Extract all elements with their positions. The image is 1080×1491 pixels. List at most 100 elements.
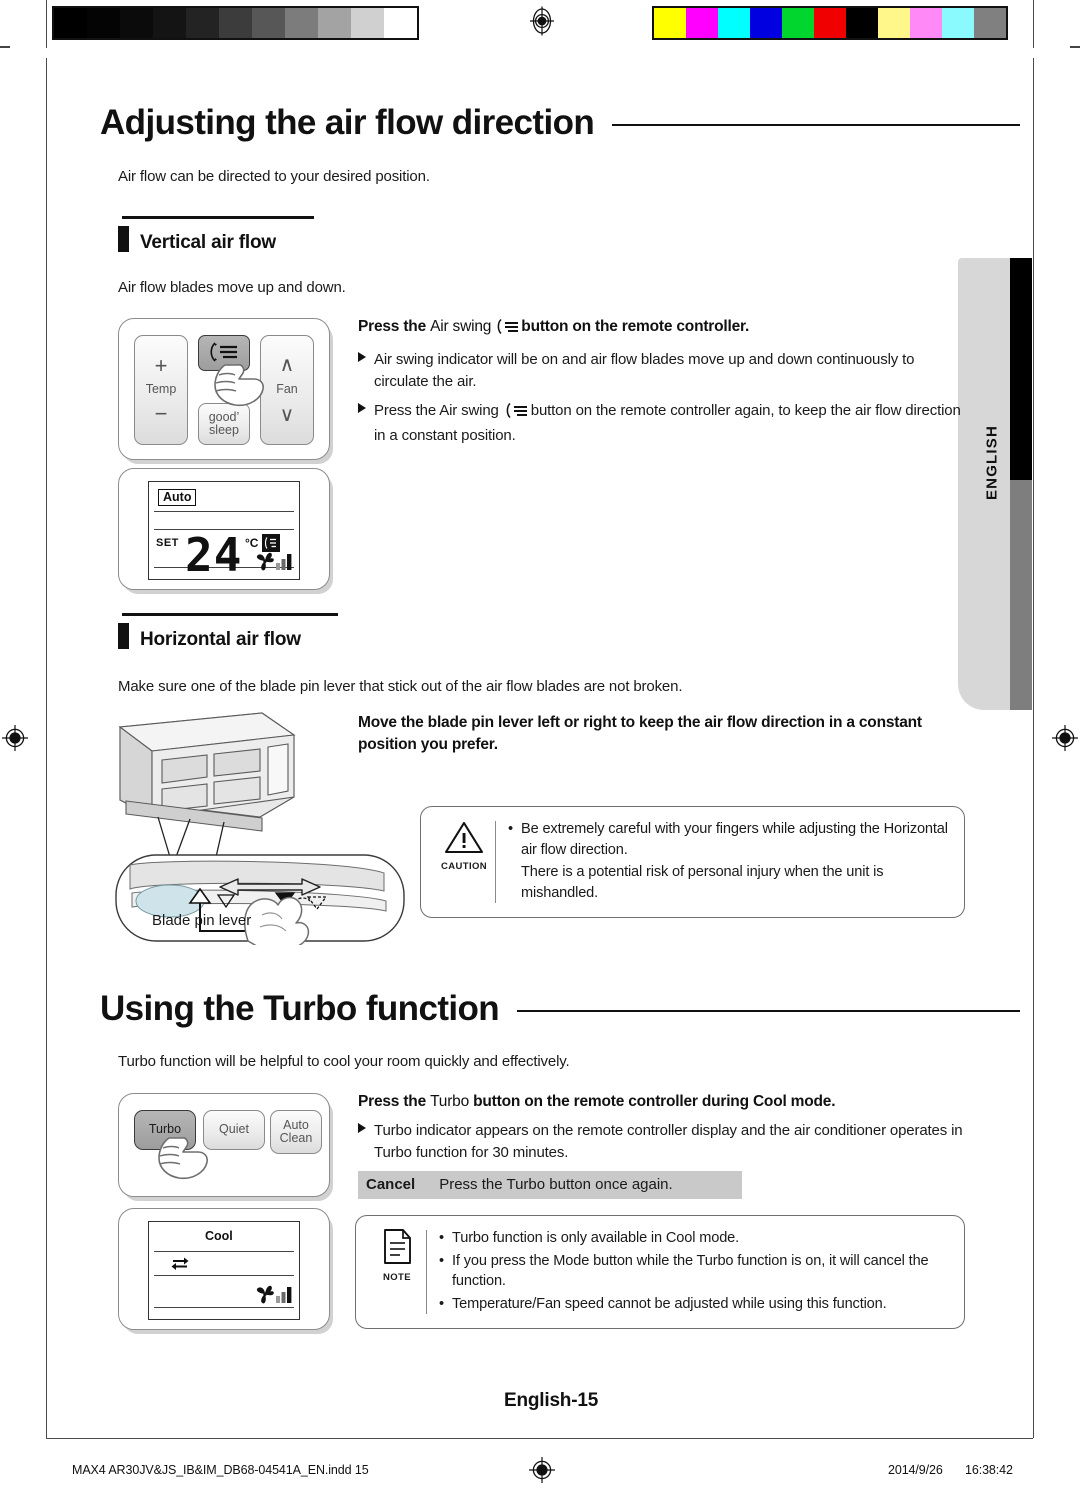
note-item-text: If you press the Mode button while the T… bbox=[452, 1252, 929, 1290]
crop-guide bbox=[46, 0, 47, 48]
lcd-mode-label: Cool bbox=[205, 1229, 233, 1243]
quiet-key-label: Quiet bbox=[219, 1122, 249, 1137]
cancel-text: Press the Turbo button once again. bbox=[439, 1175, 673, 1193]
air-swing-key[interactable] bbox=[198, 335, 250, 371]
caution-item: There is a potential risk of personal in… bbox=[508, 862, 950, 903]
calibration-swatch bbox=[814, 8, 846, 38]
note-item-text: Turbo function is only available in Cool… bbox=[452, 1230, 740, 1246]
title-rule bbox=[612, 124, 1020, 126]
turbo-intro: Turbo function will be helpful to cool y… bbox=[118, 1053, 570, 1070]
note-item: • Turbo function is only available in Co… bbox=[439, 1228, 950, 1249]
quiet-key[interactable]: Quiet bbox=[203, 1110, 265, 1150]
auto-clean-key[interactable]: Auto Clean bbox=[270, 1110, 322, 1154]
note-box: NOTE • Turbo function is only available … bbox=[355, 1215, 965, 1329]
instruction-heading: Press the Turbo button on the remote con… bbox=[358, 1093, 968, 1111]
remote-airswing-illustration: + Temp − good’ sleep ∧ Fan ∨ bbox=[118, 318, 330, 460]
manual-page: ENGLISH Adjusting the air flow direction… bbox=[0, 0, 1080, 1491]
registration-target-icon-right bbox=[1050, 723, 1080, 753]
instruction-key-name: Turbo bbox=[430, 1093, 470, 1110]
fan-key[interactable]: ∧ Fan ∨ bbox=[260, 335, 314, 445]
calibration-swatch bbox=[318, 8, 351, 38]
side-tab-gray-bar bbox=[1010, 480, 1032, 710]
caution-item: • Be extremely careful with your fingers… bbox=[508, 819, 950, 860]
crop-guide bbox=[1033, 58, 1034, 1438]
note-item: • Temperature/Fan speed cannot be adjust… bbox=[439, 1294, 950, 1315]
fan-up-label: ∧ bbox=[279, 354, 295, 377]
bullet-text: Turbo indicator appears on the remote co… bbox=[374, 1122, 963, 1161]
fan-down-label: ∨ bbox=[279, 403, 295, 426]
calibration-swatch bbox=[219, 8, 252, 38]
registration-target-icon-left bbox=[0, 723, 30, 753]
note-body: • Turbo function is only available in Co… bbox=[439, 1228, 950, 1314]
lcd-temperature: 24 bbox=[185, 528, 243, 582]
crop-guide bbox=[1033, 0, 1034, 48]
auto-clean-label-bottom: Clean bbox=[279, 1131, 313, 1145]
triangle-bullet-icon bbox=[358, 1120, 374, 1164]
indoor-unit-diagram bbox=[112, 705, 412, 950]
good-sleep-label-bottom: sleep bbox=[209, 423, 239, 437]
calibration-swatch bbox=[252, 8, 285, 38]
calibration-swatch bbox=[654, 8, 686, 38]
instruction-bullet: Turbo indicator appears on the remote co… bbox=[358, 1120, 968, 1164]
subsection-bar bbox=[118, 623, 129, 649]
temp-key[interactable]: + Temp − bbox=[134, 335, 188, 445]
instruction-lead: Press the bbox=[358, 1093, 426, 1110]
footer-time: 16:38:42 bbox=[965, 1463, 1013, 1477]
calibration-swatch bbox=[54, 8, 87, 38]
instruction-key-name: Air swing bbox=[430, 318, 492, 335]
page-number: English-15 bbox=[504, 1390, 599, 1411]
triangle-bullet-icon bbox=[358, 400, 374, 448]
subsection-heading: Vertical air flow bbox=[140, 232, 276, 253]
calibration-swatch bbox=[87, 8, 120, 38]
vertical-intro: Air flow blades move up and down. bbox=[118, 279, 346, 296]
color-swatch-row bbox=[652, 6, 1008, 40]
turbo-key[interactable]: Turbo bbox=[134, 1110, 196, 1150]
calibration-swatch bbox=[153, 8, 186, 38]
lcd-set-label: SET bbox=[156, 537, 179, 549]
subsection-vertical-airflow: Vertical air flow bbox=[118, 216, 314, 252]
remote-turbo-illustration: Turbo Quiet Auto Clean bbox=[118, 1093, 330, 1197]
page-title: Adjusting the air flow direction bbox=[100, 103, 595, 142]
bullet-dot-icon: • bbox=[508, 821, 513, 837]
bullet-lead: Press the bbox=[374, 401, 437, 419]
bullet-dot-icon: • bbox=[439, 1230, 444, 1246]
fan-label: Fan bbox=[276, 382, 298, 397]
note-divider bbox=[426, 1230, 427, 1314]
calibration-swatch bbox=[782, 8, 814, 38]
bullet-key-name: Air swing bbox=[439, 401, 499, 419]
airflow-intro: Air flow can be directed to your desired… bbox=[118, 168, 430, 185]
crop-guide bbox=[46, 58, 47, 1438]
caution-divider bbox=[495, 821, 496, 903]
note-label: NOTE bbox=[383, 1272, 411, 1283]
edge-tick bbox=[0, 46, 10, 48]
registration-target-icon bbox=[527, 6, 557, 36]
remote-display-airswing: Auto SET 24 °C bbox=[118, 468, 330, 590]
subsection-rule bbox=[122, 216, 314, 219]
calibration-swatch bbox=[384, 8, 417, 38]
language-side-tab: ENGLISH bbox=[958, 258, 1032, 710]
side-tab-black-bar bbox=[1010, 258, 1032, 480]
instruction-turbo: Press the Turbo button on the remote con… bbox=[358, 1093, 968, 1199]
subsection-bar bbox=[118, 226, 129, 252]
temp-label: Temp bbox=[145, 382, 177, 397]
calibration-swatch bbox=[351, 8, 384, 38]
auto-clean-label-top: Auto bbox=[283, 1117, 309, 1132]
caution-body: • Be extremely careful with your fingers… bbox=[508, 819, 950, 903]
calibration-swatch bbox=[878, 8, 910, 38]
caution-item-text: There is a potential risk of personal in… bbox=[521, 864, 884, 902]
bullet-dot-icon: • bbox=[439, 1296, 444, 1313]
caution-label: CAUTION bbox=[440, 861, 488, 872]
calibration-swatch bbox=[910, 8, 942, 38]
calibration-swatch bbox=[686, 8, 718, 38]
note-item-text: Temperature/Fan speed cannot be adjusted… bbox=[452, 1296, 887, 1313]
good-sleep-key[interactable]: good’ sleep bbox=[198, 403, 250, 445]
instruction-blade-pin: Move the blade pin lever left or right t… bbox=[358, 712, 948, 765]
blade-pin-lever-caption: Blade pin lever bbox=[152, 912, 252, 929]
section-title-airflow: Adjusting the air flow direction bbox=[100, 103, 1020, 143]
bullet-text: Air swing indicator will be on and air f… bbox=[374, 351, 915, 390]
calibration-swatch bbox=[846, 8, 878, 38]
lcd-mode-badge: Auto bbox=[158, 489, 197, 506]
turbo-key-label: Turbo bbox=[148, 1122, 182, 1137]
edge-tick bbox=[1070, 46, 1080, 48]
remote-display-turbo: Cool bbox=[118, 1208, 330, 1330]
